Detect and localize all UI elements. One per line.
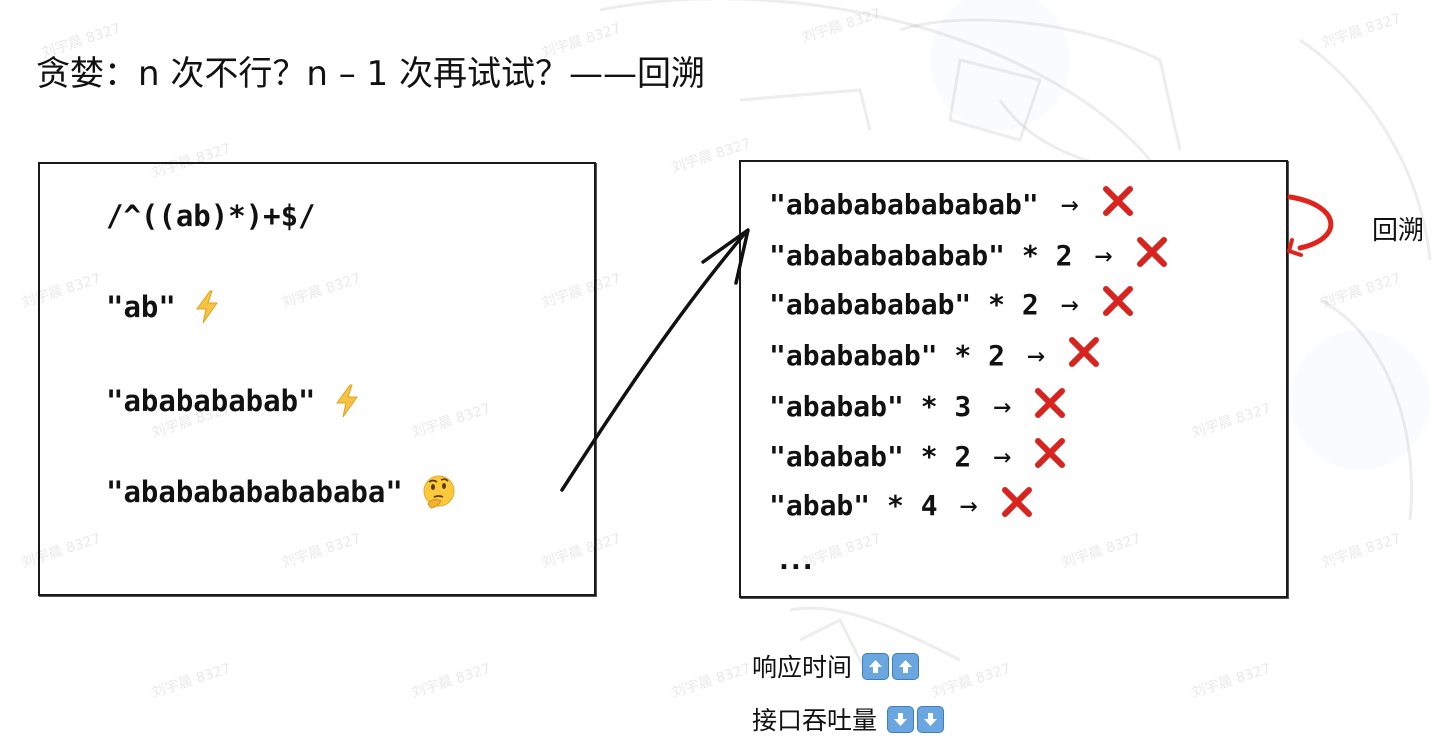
arrow-icon: → [993, 438, 1012, 474]
cross-icon [1033, 436, 1067, 477]
regex-examples-box: /^((ab)*)+$/ "ab" "ababababab" "abababab… [38, 162, 596, 596]
example-row: "abababababababa" [106, 474, 457, 510]
arrow-icon: → [1060, 186, 1079, 222]
thinking-face-icon [421, 474, 457, 510]
cross-icon [1101, 284, 1135, 325]
metric-throughput: 接口吞吐量 [752, 701, 945, 737]
attempt-string: "ababab" * 3 [769, 389, 972, 423]
cross-icon [1067, 335, 1101, 376]
attempt-row: "abababababab" * 2 → [769, 233, 1169, 277]
cross-icon [1033, 386, 1067, 427]
arrow-icon: → [993, 388, 1012, 424]
attempt-row: "ababababababab" → [769, 182, 1135, 226]
arrow-icon: → [959, 487, 978, 523]
arrow-icon: → [1060, 286, 1079, 322]
down-arrow-icon [887, 705, 945, 733]
attempt-string: "abab" * 4 [769, 488, 938, 522]
arrow-icon: → [1027, 337, 1046, 373]
up-arrow-icon [862, 652, 920, 680]
attempt-string: "ababababababab" [769, 187, 1039, 221]
attempt-string: "abababab" * 2 [769, 338, 1006, 372]
attempt-row: "abababab" * 2 → [769, 333, 1101, 377]
attempt-row: "ababababab" * 2 → [769, 282, 1135, 326]
lightning-icon [334, 384, 360, 418]
metric-response-time: 响应时间 [752, 648, 920, 684]
attempt-string: "ababab" * 2 [769, 439, 972, 473]
ellipsis: ... [779, 546, 815, 576]
cross-icon [1101, 184, 1135, 225]
page-title: 贪婪：n 次不行？n – 1 次再试试？——回溯 [36, 54, 705, 94]
metric-label: 接口吞吐量 [752, 706, 878, 735]
attempt-string: "ababababab" * 2 [769, 287, 1039, 321]
attempt-row: "abab" * 4 → [769, 483, 1034, 527]
example-string: "abababababababa" [106, 475, 403, 509]
example-string: "ababababab" [106, 384, 316, 418]
example-string: "ab" [106, 290, 176, 324]
regex-pattern: /^((ab)*)+$/ [106, 199, 316, 233]
metric-label: 响应时间 [752, 653, 853, 682]
example-row: "ababababab" [106, 384, 360, 418]
lightning-icon [194, 290, 220, 324]
attempt-row: "ababab" * 2 → [769, 434, 1067, 478]
backtrack-label: 回溯 [1372, 216, 1425, 246]
attempt-row: "ababab" * 3 → [769, 384, 1067, 428]
cross-icon [1000, 485, 1034, 526]
arrow-icon: → [1094, 237, 1113, 273]
example-row: "ab" [106, 290, 220, 324]
cross-icon [1135, 235, 1169, 276]
backtracking-attempts-box: "ababababababab" → "abababababab" * 2 → … [739, 160, 1288, 598]
attempt-string: "abababababab" * 2 [769, 238, 1073, 272]
